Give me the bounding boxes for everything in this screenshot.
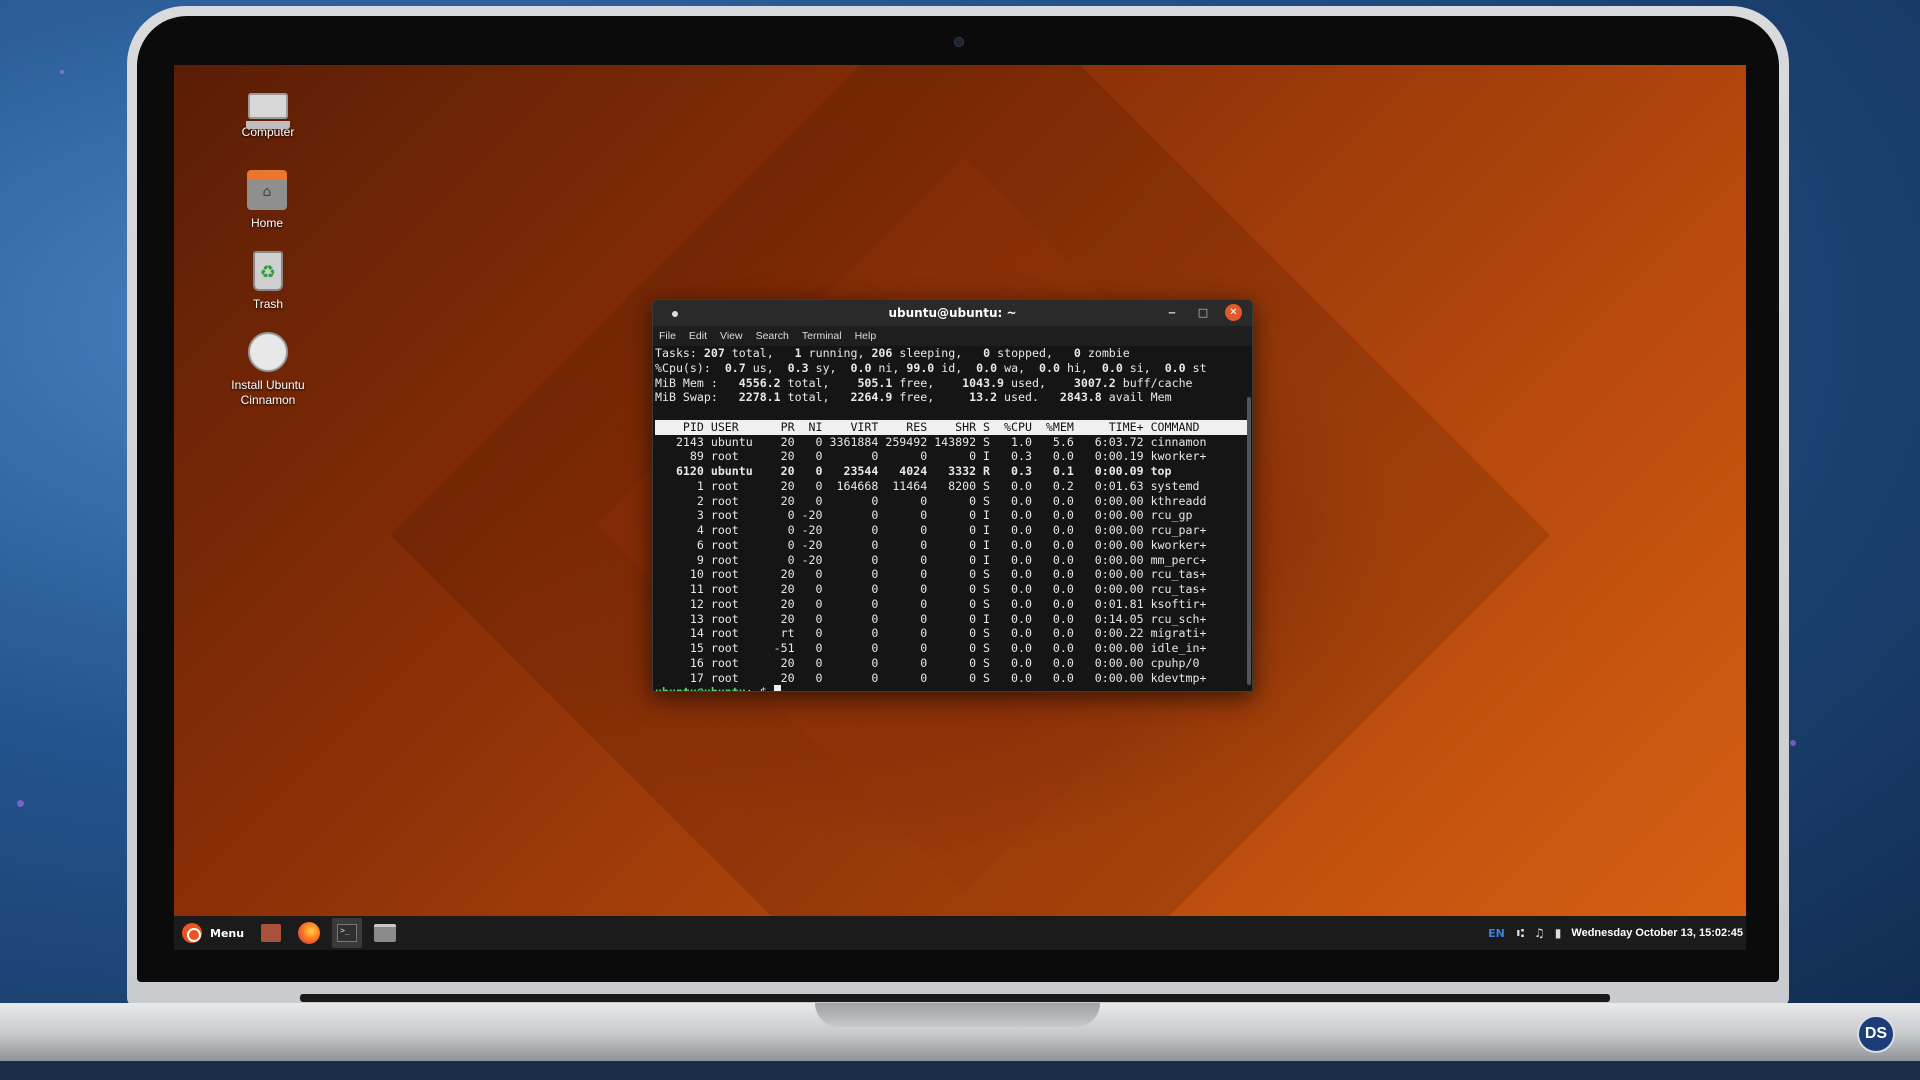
process-row: 2 root 20 0 0 0 0 S 0.0 0.0 0:00.00 kthr… xyxy=(655,493,1207,508)
process-row: 89 root 20 0 0 0 0 I 0.3 0.0 0:00.19 kwo… xyxy=(655,449,1207,464)
process-row: 11 root 20 0 0 0 0 S 0.0 0.0 0:00.00 rcu… xyxy=(655,582,1207,596)
terminal-scrollbar[interactable] xyxy=(1247,397,1251,685)
base-shadow xyxy=(0,1061,1920,1080)
battery-icon[interactable]: ▮ xyxy=(1555,926,1562,940)
process-row: 10 root 20 0 0 0 0 S 0.0 0.0 0:00.00 rcu… xyxy=(655,567,1207,582)
files-icon xyxy=(261,924,282,942)
menu-terminal[interactable]: Terminal xyxy=(802,326,842,346)
process-row: 9 root 0 -20 0 0 0 I 0.0 0.0 0:00.00 mm_… xyxy=(655,552,1207,567)
menu-help[interactable]: Help xyxy=(855,326,877,346)
process-row: 3 root 0 -20 0 0 0 I 0.0 0.0 0:00.00 rcu… xyxy=(655,508,1193,523)
desktop-icon-label: Install Ubuntu Cinnamon xyxy=(231,378,305,407)
desktop-screen: Computer ⌂ Home ♻ Trash Install Ubuntu C… xyxy=(174,65,1746,950)
background-sparkle xyxy=(1790,740,1796,746)
menu-edit[interactable]: Edit xyxy=(689,326,707,346)
desktop-icon-label: Home xyxy=(250,216,283,230)
taskbar-app-firefox[interactable] xyxy=(294,918,324,948)
laptop-notch xyxy=(815,1003,1100,1027)
home-folder-icon: ⌂ xyxy=(247,170,287,210)
keyboard-layout[interactable]: EN xyxy=(1488,927,1505,940)
process-row: 6120 ubuntu 20 0 23544 4024 3332 R 0.3 0… xyxy=(655,464,1172,478)
background-sparkle xyxy=(17,800,24,807)
process-row: 16 root 20 0 0 0 0 S 0.0 0.0 0:00.00 cpu… xyxy=(655,655,1200,670)
top-summary-line xyxy=(655,405,1250,420)
menu-view[interactable]: View xyxy=(720,326,743,346)
desktop-icon-home[interactable]: ⌂ Home xyxy=(212,170,322,231)
menu-search[interactable]: Search xyxy=(756,326,789,346)
firefox-icon xyxy=(298,922,321,944)
installer-disc-icon xyxy=(248,332,288,372)
menu-button[interactable]: Menu xyxy=(178,916,248,950)
clock[interactable]: Wednesday October 13, 15:02:45 xyxy=(1571,927,1743,939)
desktop-icon-computer[interactable]: Computer xyxy=(213,85,323,140)
window-menu-dot-icon[interactable] xyxy=(672,311,678,317)
process-row: 6 root 0 -20 0 0 0 I 0.0 0.0 0:00.00 kwo… xyxy=(655,537,1207,552)
shell-prompt[interactable]: ubuntu@ubuntu: $ xyxy=(655,685,1250,691)
process-table-header: PID USER PR NI VIRT RES SHR S %CPU %MEM … xyxy=(655,419,1250,435)
maximize-button[interactable]: □ xyxy=(1196,306,1210,320)
top-summary-line: Tasks: 207 total, 1 running, 206 sleepin… xyxy=(655,346,1130,360)
taskbar-app-files[interactable] xyxy=(256,918,286,948)
desktop-icon-trash[interactable]: ♻ Trash xyxy=(213,251,323,312)
taskbar-app-terminal[interactable]: >_ xyxy=(332,918,363,948)
prompt-user-host: ubuntu@ubuntu xyxy=(655,685,746,691)
folder-icon xyxy=(374,924,397,942)
minimize-button[interactable]: ‒ xyxy=(1165,306,1179,320)
close-button[interactable]: ✕ xyxy=(1225,304,1242,321)
process-row: 17 root 20 0 0 0 0 S 0.0 0.0 0:00.00 kde… xyxy=(655,670,1207,685)
terminal-titlebar[interactable]: ubuntu@ubuntu: ~ ‒ □ ✕ xyxy=(653,300,1252,326)
menu-file[interactable]: File xyxy=(659,326,676,346)
desktop-icon-label: Trash xyxy=(252,297,284,311)
process-row: 13 root 20 0 0 0 0 I 0.0 0.0 0:14.05 rcu… xyxy=(655,611,1207,626)
background-sparkle xyxy=(60,70,64,74)
top-summary-line: %Cpu(s): 0.7 us, 0.3 sy, 0.0 ni, 99.0 id… xyxy=(655,360,1207,375)
process-row: 12 root 20 0 0 0 0 S 0.0 0.0 0:01.81 kso… xyxy=(655,596,1207,611)
sound-icon[interactable]: ♫ xyxy=(1534,926,1545,940)
process-row: 4 root 0 -20 0 0 0 I 0.0 0.0 0:00.00 rcu… xyxy=(655,523,1207,537)
text-cursor xyxy=(773,685,781,691)
taskbar-app-folder[interactable] xyxy=(370,918,400,948)
taskbar: Menu >_ EN ⑆ ♫ ▮ Wednesday October 13, 1… xyxy=(174,916,1746,950)
process-row: 2143 ubuntu 20 0 3361884 259492 143892 S… xyxy=(655,434,1207,449)
menu-label: Menu xyxy=(210,926,245,940)
process-row: 1 root 20 0 164668 11464 8200 S 0.0 0.2 … xyxy=(655,478,1200,493)
ds-watermark-badge: DS xyxy=(1857,1015,1895,1053)
network-icon[interactable]: ⑆ xyxy=(1517,926,1524,940)
webcam-icon xyxy=(954,37,964,47)
ubuntu-logo-icon xyxy=(182,923,202,943)
window-title: ubuntu@ubuntu: ~ xyxy=(888,306,1017,320)
top-summary-line: MiB Swap: 2278.1 total, 2264.9 free, 13.… xyxy=(655,390,1172,405)
computer-icon xyxy=(246,93,290,129)
terminal-icon: >_ xyxy=(337,924,358,942)
laptop-hinge xyxy=(300,994,1610,1002)
desktop-icon-install[interactable]: Install Ubuntu Cinnamon xyxy=(213,332,323,408)
terminal-menubar: File Edit View Search Terminal Help xyxy=(653,326,1252,346)
top-summary-line: MiB Mem : 4556.2 total, 505.1 free, 1043… xyxy=(655,375,1193,390)
process-row: 14 root rt 0 0 0 0 S 0.0 0.0 0:00.22 mig… xyxy=(655,626,1207,641)
process-row: 15 root -51 0 0 0 0 S 0.0 0.0 0:00.00 id… xyxy=(655,641,1207,655)
terminal-window[interactable]: ubuntu@ubuntu: ~ ‒ □ ✕ File Edit View Se… xyxy=(652,299,1253,692)
terminal-output[interactable]: Tasks: 207 total, 1 running, 206 sleepin… xyxy=(653,346,1252,691)
system-tray: EN ⑆ ♫ ▮ Wednesday October 13, 15:02:45 xyxy=(1488,916,1746,950)
trash-icon: ♻ xyxy=(253,251,283,291)
